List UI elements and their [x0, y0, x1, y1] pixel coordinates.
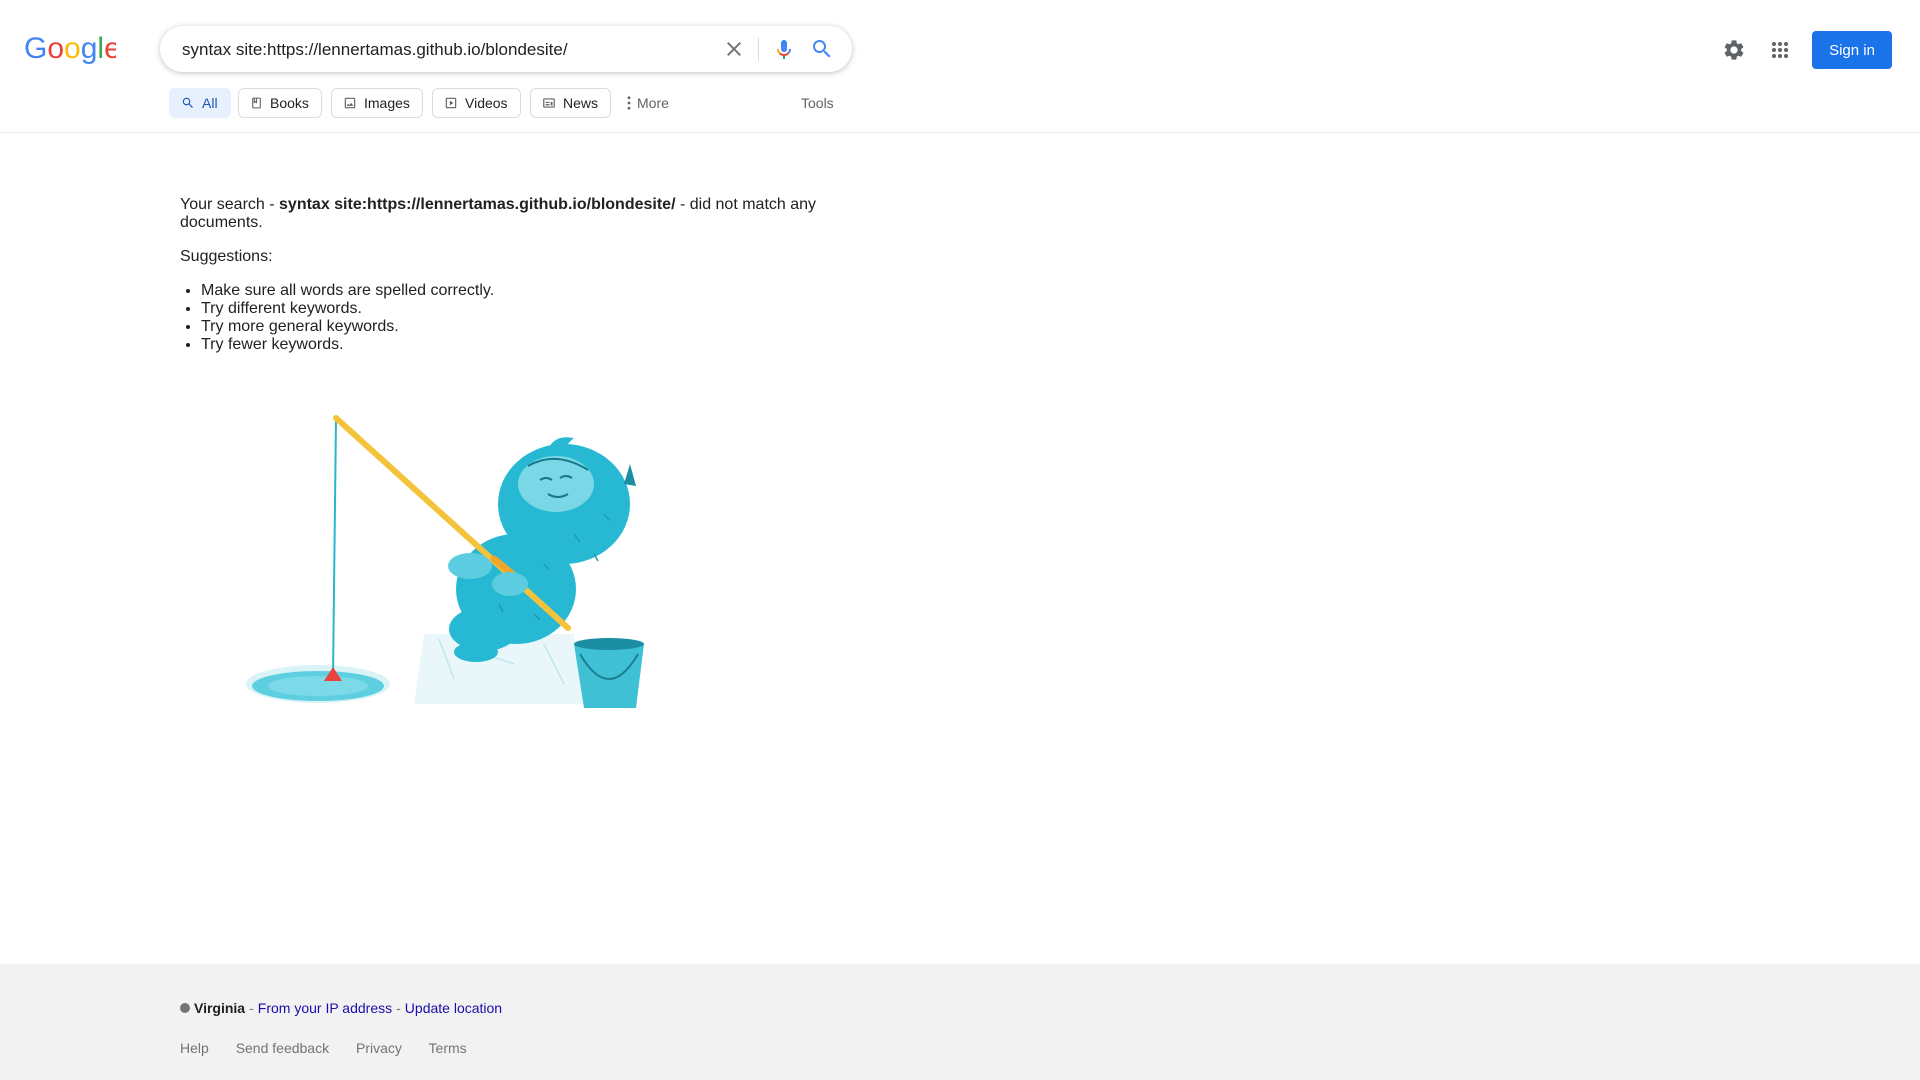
separator: -: [249, 1000, 254, 1016]
search-query: syntax site:https://lennertamas.github.i…: [279, 196, 676, 213]
no-match-prefix: Your search -: [180, 196, 280, 213]
send-feedback-link[interactable]: Send feedback: [236, 1040, 329, 1056]
tab-news[interactable]: News: [530, 88, 612, 118]
tab-images[interactable]: Images: [331, 88, 423, 118]
google-logo[interactable]: Google: [24, 33, 116, 65]
no-match-message: Your search - syntax site:https://lenner…: [180, 196, 840, 232]
header: Google Sign in All: [0, 0, 1920, 133]
sign-in-button[interactable]: Sign in: [1812, 31, 1892, 69]
suggestions-list: Make sure all words are spelled correctl…: [180, 282, 840, 354]
no-results-panel: Your search - syntax site:https://lenner…: [180, 196, 840, 354]
book-icon: [252, 97, 261, 109]
search-icon: [182, 97, 193, 108]
close-icon[interactable]: [722, 37, 746, 61]
video-icon: [445, 97, 457, 109]
search-box: [160, 26, 852, 72]
from-ip-link[interactable]: From your IP address: [258, 1000, 392, 1016]
terms-link[interactable]: Terms: [429, 1040, 467, 1056]
suggestion-item: Try more general keywords.: [201, 318, 840, 336]
tab-label: All: [202, 95, 218, 111]
search-input[interactable]: [180, 36, 704, 64]
more-vert-icon: [627, 96, 631, 110]
apps-grid-icon[interactable]: [1768, 38, 1792, 62]
suggestion-item: Try different keywords.: [201, 300, 840, 318]
separator: -: [396, 1000, 401, 1016]
search-icon[interactable]: [810, 37, 834, 61]
tab-label: News: [563, 95, 599, 111]
image-icon: [344, 97, 356, 109]
privacy-link[interactable]: Privacy: [356, 1040, 402, 1056]
footer: Virginia - From your IP address - Update…: [0, 964, 1920, 1080]
gear-icon[interactable]: [1722, 38, 1746, 62]
tab-videos[interactable]: Videos: [432, 88, 521, 118]
tab-books[interactable]: Books: [238, 88, 322, 118]
search-divider: [758, 37, 759, 61]
svg-text:Google: Google: [24, 33, 116, 65]
location-name: Virginia: [194, 1000, 246, 1016]
more-label: More: [637, 95, 669, 111]
fishing-yeti-illustration: [246, 415, 644, 708]
tab-more[interactable]: More: [627, 95, 669, 111]
suggestion-item: Try fewer keywords.: [201, 336, 840, 354]
tab-label: Books: [270, 95, 309, 111]
microphone-icon[interactable]: [772, 37, 796, 61]
tools-button[interactable]: Tools: [801, 95, 834, 111]
tab-label: Videos: [465, 95, 508, 111]
footer-links: Help Send feedback Privacy Terms: [180, 1040, 490, 1056]
suggestion-item: Make sure all words are spelled correctl…: [201, 282, 840, 300]
location-dot-icon: [180, 1003, 190, 1013]
location-bar: Virginia - From your IP address - Update…: [180, 1000, 502, 1016]
tab-label: Images: [364, 95, 410, 111]
tab-all[interactable]: All: [169, 88, 231, 118]
news-icon: [543, 98, 555, 108]
suggestions-heading: Suggestions:: [180, 248, 273, 265]
help-link[interactable]: Help: [180, 1040, 209, 1056]
update-location-link[interactable]: Update location: [405, 1000, 502, 1016]
